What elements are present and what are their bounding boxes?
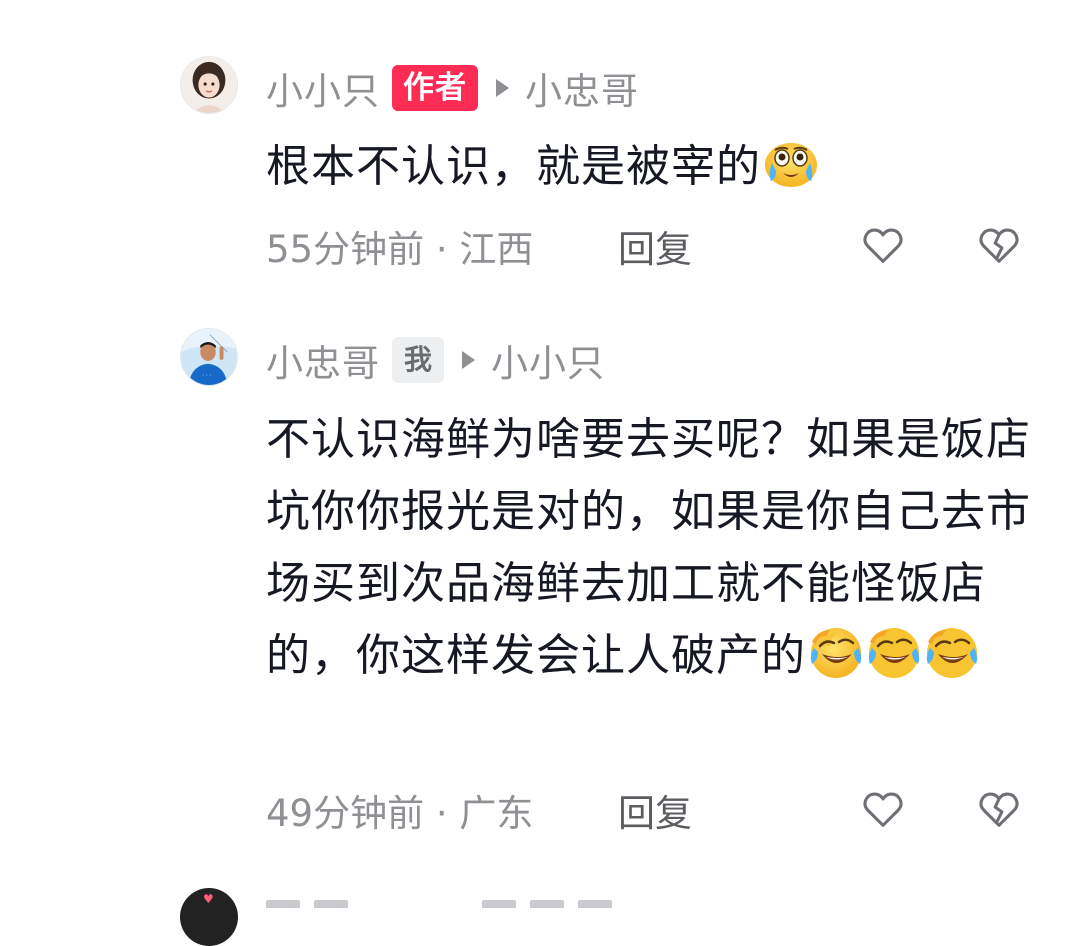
rofl-emoji — [924, 624, 980, 680]
comment-actions: 49分钟前 · 广东 回复 — [266, 785, 1046, 835]
avatar[interactable]: · · · — [180, 328, 238, 386]
broken-heart-icon[interactable] — [976, 223, 1022, 269]
comment-item: · · · 小忠哥 我 小小只 不认识海鲜为啥要去买呢？如果是饭店坑你你报光是对… — [0, 290, 1080, 850]
text-peek — [314, 900, 348, 908]
broken-heart-icon[interactable] — [976, 787, 1022, 833]
crying-face-emoji — [763, 135, 819, 191]
heart-icon: ♥ — [203, 892, 214, 906]
comment-actions: 55分钟前 · 江西 回复 — [266, 221, 1046, 271]
comment-body: 根本不认识，就是被宰的 — [266, 141, 761, 192]
rofl-emoji — [866, 624, 922, 680]
play-arrow-icon — [496, 79, 509, 97]
author-badge: 作者 — [392, 65, 478, 111]
avatar[interactable] — [180, 56, 238, 114]
separator: · — [424, 792, 460, 835]
comment-meta: 小忠哥 我 小小只 — [266, 332, 605, 388]
comment-location: 江西 — [459, 228, 534, 271]
comment-meta: 小小只 作者 小忠哥 — [266, 60, 639, 116]
next-comment-meta — [266, 900, 686, 908]
text-peek — [530, 900, 564, 908]
comment-time: 55分钟前 — [266, 228, 425, 271]
username[interactable]: 小忠哥 — [266, 333, 380, 387]
reply-button[interactable]: 回复 — [618, 783, 692, 837]
reply-button[interactable]: 回复 — [618, 219, 692, 273]
heart-outline-icon[interactable] — [860, 787, 906, 833]
comment-location: 广东 — [459, 792, 534, 835]
comment-item: 小小只 作者 小忠哥 根本不认识，就是被宰的 55分钟前 · 江西 回复 — [0, 0, 1080, 290]
text-peek — [266, 900, 300, 908]
comment-time: 49分钟前 — [266, 792, 425, 835]
text-peek — [482, 900, 516, 908]
svg-text:· · ·: · · · — [202, 373, 211, 379]
comment-text: 根本不认识，就是被宰的 — [266, 131, 1041, 203]
time-location: 49分钟前 · 广东 — [266, 783, 533, 837]
reply-target-username[interactable]: 小忠哥 — [525, 61, 639, 115]
reply-target-username[interactable]: 小小只 — [491, 333, 605, 387]
play-arrow-icon — [462, 351, 476, 369]
heart-outline-icon[interactable] — [860, 223, 906, 269]
rofl-emoji — [808, 624, 864, 680]
comment-text: 不认识海鲜为啥要去买呢？如果是饭店坑你你报光是对的，如果是你自己去市场买到次品海… — [266, 404, 1041, 692]
text-peek — [578, 900, 612, 908]
username[interactable]: 小小只 — [266, 61, 380, 115]
separator: · — [424, 228, 460, 271]
time-location: 55分钟前 · 江西 — [266, 219, 533, 273]
avatar[interactable]: ♥ — [180, 888, 238, 946]
me-badge: 我 — [392, 337, 445, 383]
